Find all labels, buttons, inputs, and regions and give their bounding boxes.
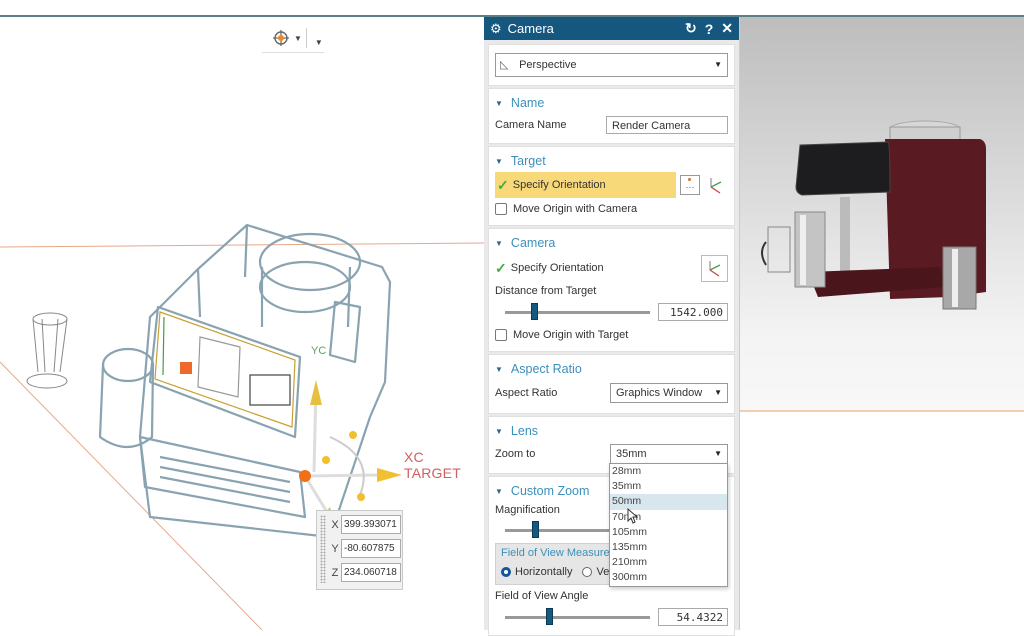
zoom-option[interactable]: 135mm: [610, 540, 727, 555]
move-origin-target-checkbox[interactable]: [495, 329, 507, 341]
csys-axis-icon[interactable]: [701, 254, 728, 282]
coord-x-input[interactable]: 399.393071: [341, 515, 401, 534]
move-origin-target-label: Move Origin with Target: [513, 329, 629, 341]
slider-track: [505, 616, 650, 619]
chevron-down-icon: ▼: [714, 388, 722, 397]
section-title: Lens: [510, 424, 539, 438]
reset-icon[interactable]: ↻: [685, 20, 697, 37]
slider-track: [505, 311, 650, 314]
slider-thumb[interactable]: [532, 521, 539, 538]
distance-slider[interactable]: [495, 302, 658, 322]
dialog-title-bar[interactable]: ⚙ Camera ↻ ? ✕: [484, 17, 739, 40]
coord-axis-label: Y: [331, 542, 339, 555]
csys-axis-icon[interactable]: [704, 172, 728, 198]
render-preview: [740, 17, 1024, 412]
collapse-triangle-icon: ▼: [495, 98, 503, 108]
drag-grip[interactable]: [320, 515, 326, 583]
dialog-title: Camera: [507, 21, 554, 36]
move-origin-camera-checkbox[interactable]: [495, 203, 507, 215]
xc-target-label: XC TARGET: [404, 449, 461, 481]
help-icon[interactable]: ?: [705, 21, 714, 37]
collapse-triangle-icon: ▼: [495, 156, 503, 166]
specify-orientation-label: Specify Orientation: [512, 179, 606, 191]
zoom-option[interactable]: 210mm: [610, 555, 727, 570]
camera-section: ▼ Camera ✓ Specify Orientation Distance f…: [488, 228, 735, 352]
chevron-down-icon: ▼: [714, 60, 722, 69]
wireframe-model: [0, 223, 484, 630]
coord-row-z: Z 234.060718: [329, 563, 401, 582]
fov-angle-slider[interactable]: [495, 607, 658, 627]
camera-perspective-icon: ◺: [500, 59, 509, 71]
distance-input[interactable]: 1542.000: [658, 303, 728, 321]
fov-angle-input[interactable]: 54.4322: [658, 608, 728, 626]
zoom-option[interactable]: 300mm: [610, 570, 727, 585]
aspect-ratio-section: ▼ Aspect Ratio Aspect Ratio Graphics Wind…: [488, 354, 735, 414]
zoom-to-label: Zoom to: [495, 448, 536, 460]
slider-thumb[interactable]: [545, 608, 553, 625]
magnification-label: Magnification: [495, 504, 560, 516]
zoom-to-select[interactable]: 35mm ▼: [610, 444, 728, 464]
specify-orientation-label[interactable]: Specify Orientation: [511, 262, 701, 274]
aspect-ratio-select[interactable]: Graphics Window ▼: [610, 383, 728, 403]
yc-axis-label: YC: [311, 345, 327, 357]
collapse-triangle-icon: ▼: [495, 238, 503, 248]
checkmark-icon: ✓: [497, 176, 509, 193]
lens-section-header[interactable]: ▼ Lens: [495, 421, 728, 441]
checkmark-icon: ✓: [495, 259, 507, 276]
close-icon[interactable]: ✕: [721, 20, 733, 37]
collapse-triangle-icon: ▼: [495, 486, 503, 496]
section-title: Custom Zoom: [510, 484, 590, 498]
coord-row-x: X 399.393071: [329, 515, 401, 534]
camera-section-header[interactable]: ▼ Camera: [495, 233, 728, 253]
camera-name-label: Camera Name: [495, 119, 567, 131]
section-title: Aspect Ratio: [510, 362, 582, 376]
coord-axis-label: X: [331, 518, 339, 531]
name-section-header[interactable]: ▼ Name: [495, 93, 728, 113]
fov-horizontal-radio[interactable]: [501, 567, 511, 577]
aspect-ratio-label: Aspect Ratio: [495, 387, 558, 399]
zoom-option[interactable]: 28mm: [610, 464, 727, 479]
collapse-triangle-icon: ▼: [495, 426, 503, 436]
target-section: ▼ Target ✓ Specify Orientation ··· Move O…: [488, 146, 735, 226]
chevron-down-icon: ▼: [714, 449, 722, 458]
slider-thumb[interactable]: [531, 303, 538, 320]
camera-type-section: ◺ Perspective ▼: [488, 44, 735, 86]
gear-icon: ⚙: [490, 20, 502, 36]
coord-axis-label: Z: [331, 566, 339, 579]
aspect-section-header[interactable]: ▼ Aspect Ratio: [495, 359, 728, 379]
camera-type-select[interactable]: ◺ Perspective ▼: [495, 53, 728, 77]
zoom-to-value: 35mm: [616, 448, 647, 460]
coord-row-y: Y -80.607875: [329, 539, 401, 558]
fov-angle-label: Field of View Angle: [495, 590, 589, 602]
name-section: ▼ Name Camera Name Render Camera: [488, 88, 735, 144]
coordinate-entry-box: X 399.393071 Y -80.607875 Z 234.060718: [316, 510, 403, 590]
coord-y-input[interactable]: -80.607875: [341, 539, 401, 558]
fov-horizontal-label: Horizontally: [515, 566, 573, 578]
graphics-viewport[interactable]: ▼ ▼ YC XC TARGET X 399.393071 Y -80.6078…: [0, 17, 484, 630]
target-specify-orientation[interactable]: ✓ Specify Orientation: [495, 172, 676, 198]
point-dialog-button[interactable]: ···: [680, 175, 700, 195]
section-title: Target: [510, 154, 546, 168]
camera-name-input[interactable]: Render Camera: [606, 116, 728, 134]
mouse-cursor-icon: [627, 507, 639, 529]
target-section-header[interactable]: ▼ Target: [495, 151, 728, 171]
section-title: Camera: [510, 236, 556, 250]
move-origin-camera-label: Move Origin with Camera: [513, 203, 638, 215]
zoom-option[interactable]: 35mm: [610, 479, 727, 494]
section-title: Name: [510, 96, 545, 110]
collapse-triangle-icon: ▼: [495, 364, 503, 374]
camera-type-value: Perspective: [519, 59, 577, 71]
rendered-coffee-machine: [761, 120, 986, 310]
top-ribbon-edge: [0, 0, 1024, 17]
coord-z-input[interactable]: 234.060718: [341, 563, 401, 582]
fov-vertical-radio[interactable]: [582, 567, 593, 577]
aspect-ratio-value: Graphics Window: [616, 387, 703, 399]
distance-label: Distance from Target: [495, 285, 597, 297]
